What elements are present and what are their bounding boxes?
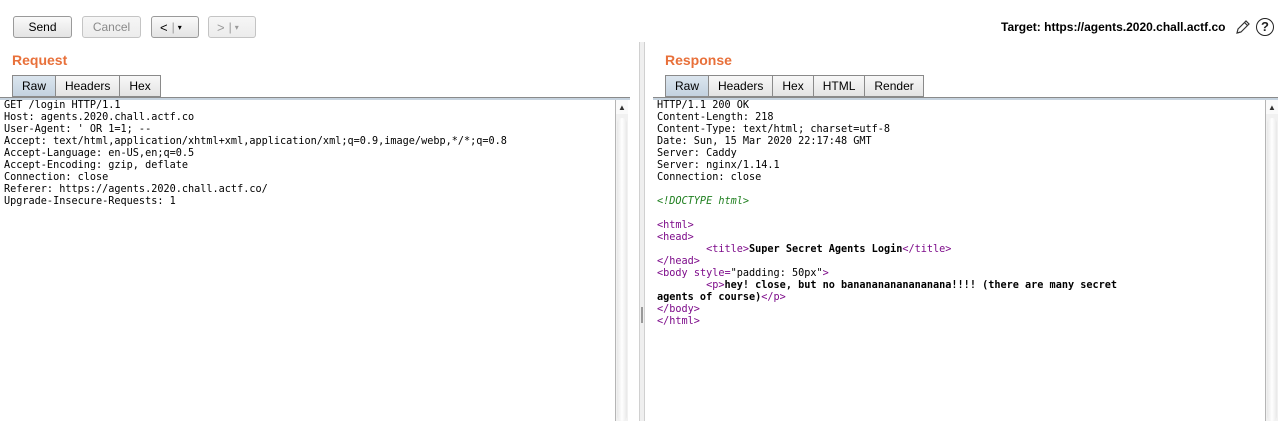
- request-line: Accept: text/html,application/xhtml+xml,…: [4, 136, 507, 147]
- response-header-line: HTTP/1.1 200 OK: [657, 100, 750, 111]
- scrollbar-track[interactable]: [617, 118, 627, 421]
- response-header-line: Connection: close: [657, 172, 762, 183]
- pane-splitter[interactable]: [639, 42, 645, 421]
- response-tabs: Raw Headers Hex HTML Render: [665, 75, 924, 97]
- paragraph-text: hey! close, but no banananananananana!!!…: [724, 280, 1118, 291]
- paragraph-line: agents of course)</p>: [657, 292, 1263, 304]
- title-text: Super Secret Agents Login: [749, 244, 903, 255]
- body-style-attr: style=: [693, 268, 731, 279]
- tab-hex[interactable]: Hex: [773, 75, 814, 97]
- title-line: <title>Super Secret Agents Login</title>: [657, 244, 1263, 256]
- response-header-line: Content-Length: 218: [657, 112, 774, 123]
- button-separator: |: [171, 20, 175, 34]
- forward-arrow-icon: >: [217, 19, 225, 35]
- tab-hex[interactable]: Hex: [120, 75, 161, 97]
- body-close-tag: </body>: [657, 304, 700, 315]
- response-header-line: Content-Type: text/html; charset=utf-8: [657, 124, 891, 135]
- request-line: Referer: https://agents.2020.chall.actf.…: [4, 184, 268, 195]
- response-header-line: Server: Caddy: [657, 148, 737, 159]
- paragraph-line: <p>hey! close, but no banananananananana…: [657, 280, 1263, 292]
- title-close-tag: </title>: [902, 244, 952, 255]
- button-separator: |: [228, 20, 232, 34]
- response-header-line: Server: nginx/1.14.1: [657, 160, 780, 171]
- scrollbar-track[interactable]: [1267, 118, 1277, 421]
- back-arrow-icon: <: [160, 19, 168, 35]
- scroll-up-icon[interactable]: ▲: [1266, 100, 1278, 114]
- request-line: Accept-Encoding: gzip, deflate: [4, 160, 189, 171]
- response-title: Response: [665, 52, 732, 68]
- back-button[interactable]: < | ▾: [151, 16, 199, 38]
- chevron-down-icon[interactable]: ▾: [178, 23, 182, 32]
- tab-raw[interactable]: Raw: [12, 75, 57, 97]
- response-header-line: Date: Sun, 15 Mar 2020 22:17:48 GMT: [657, 136, 872, 147]
- p-open-tag: <p>: [706, 280, 725, 291]
- body-style-value: "padding: 50px": [730, 268, 823, 279]
- help-icon[interactable]: ?: [1256, 18, 1274, 36]
- head-open-tag: <head>: [657, 232, 694, 243]
- doctype-line: <!DOCTYPE html>: [657, 196, 750, 207]
- chevron-down-icon: ▾: [234, 22, 239, 32]
- request-line: GET /login HTTP/1.1: [4, 100, 121, 111]
- response-scrollbar[interactable]: ▲: [1265, 100, 1278, 421]
- request-line: Connection: close: [4, 172, 109, 183]
- request-line: Host: agents.2020.chall.actf.co: [4, 112, 195, 123]
- tab-html[interactable]: HTML: [813, 75, 866, 97]
- target-label: Target: https://agents.2020.chall.actf.c…: [1001, 20, 1226, 34]
- body-open-line: <body style="padding: 50px">: [657, 268, 829, 279]
- p-close-tag: </p>: [761, 292, 786, 303]
- request-tabs: Raw Headers Hex: [12, 75, 161, 97]
- request-line: User-Agent: ' OR 1=1; --: [4, 124, 152, 135]
- html-open-tag: <html>: [657, 220, 694, 231]
- request-scrollbar[interactable]: ▲: [615, 100, 628, 421]
- head-close-tag: </head>: [657, 256, 700, 267]
- pencil-icon[interactable]: [1235, 19, 1251, 35]
- splitter-grip-icon[interactable]: [641, 307, 643, 323]
- cancel-button: Cancel: [82, 16, 141, 38]
- tab-headers[interactable]: Headers: [709, 75, 774, 97]
- forward-button: > | ▾: [208, 16, 256, 38]
- scroll-up-icon[interactable]: ▲: [616, 100, 628, 114]
- tab-render[interactable]: Render: [865, 75, 924, 97]
- response-editor[interactable]: HTTP/1.1 200 OK Content-Length: 218 Conten…: [657, 100, 1263, 421]
- paragraph-text: agents of course): [657, 292, 762, 303]
- tab-headers[interactable]: Headers: [56, 75, 121, 97]
- html-close-tag: </html>: [657, 316, 700, 327]
- request-line: Upgrade-Insecure-Requests: 1: [4, 196, 176, 207]
- send-button[interactable]: Send: [13, 16, 72, 38]
- request-title: Request: [12, 52, 68, 68]
- request-editor[interactable]: GET /login HTTP/1.1 Host: agents.2020.cha…: [4, 100, 614, 421]
- request-line: Accept-Language: en-US,en;q=0.5: [4, 148, 195, 159]
- title-open-tag: <title>: [706, 244, 750, 255]
- tab-raw[interactable]: Raw: [665, 75, 710, 97]
